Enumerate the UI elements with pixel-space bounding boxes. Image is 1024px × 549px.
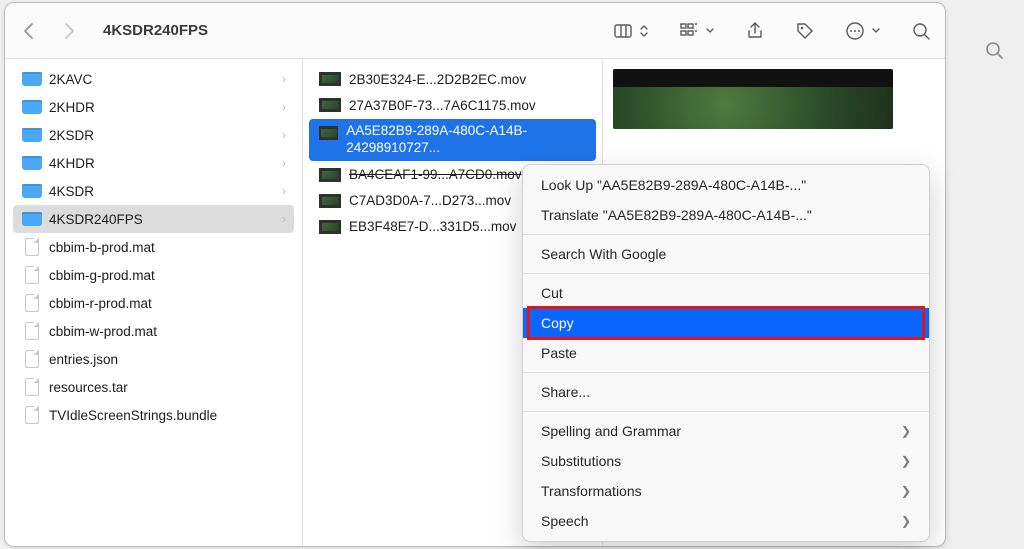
sidebar-item[interactable]: 2KAVC› xyxy=(13,65,294,93)
menu-cut[interactable]: Cut xyxy=(523,278,929,308)
video-thumbnail-icon xyxy=(319,194,341,208)
menu-substitutions[interactable]: Substitutions❯ xyxy=(523,446,929,476)
more-actions-button[interactable] xyxy=(845,21,881,41)
view-columns-button[interactable] xyxy=(613,21,649,41)
chevron-right-icon: › xyxy=(282,212,286,226)
forward-button[interactable] xyxy=(59,21,79,41)
folder-icon xyxy=(21,126,43,144)
sidebar-item[interactable]: resources.tar xyxy=(13,373,294,401)
folder-icon xyxy=(21,98,43,116)
chevron-right-icon: ❯ xyxy=(901,424,911,438)
folder-icon xyxy=(21,154,43,172)
sidebar-item-label: cbbim-b-prod.mat xyxy=(49,240,286,255)
chevron-right-icon: ❯ xyxy=(901,454,911,468)
sidebar-column[interactable]: 2KAVC›2KHDR›2KSDR›4KHDR›4KSDR›4KSDR240FP… xyxy=(5,59,303,546)
menu-separator xyxy=(523,234,929,235)
menu-translate[interactable]: Translate "AA5E82B9-289A-480C-A14B-..." xyxy=(523,200,929,230)
file-icon xyxy=(21,238,43,256)
menu-spelling-grammar[interactable]: Spelling and Grammar❯ xyxy=(523,416,929,446)
sidebar-item-label: entries.json xyxy=(49,352,286,367)
chevron-right-icon: › xyxy=(282,184,286,198)
sidebar-item-label: 4KSDR240FPS xyxy=(49,212,282,227)
group-by-button[interactable] xyxy=(679,21,715,41)
sidebar-item-label: 2KHDR xyxy=(49,100,282,115)
menu-separator xyxy=(523,273,929,274)
menu-transformations[interactable]: Transformations❯ xyxy=(523,476,929,506)
chevron-right-icon: ❯ xyxy=(901,514,911,528)
file-icon xyxy=(21,350,43,368)
file-row[interactable]: 2B30E324-E...2D2B2EC.mov xyxy=(309,67,596,91)
video-thumbnail-icon xyxy=(319,72,341,86)
sidebar-item[interactable]: entries.json xyxy=(13,345,294,373)
sidebar-item-label: 4KSDR xyxy=(49,184,282,199)
file-name-label: AA5E82B9-289A-480C-A14B-24298910727... xyxy=(346,123,586,157)
chevron-right-icon: › xyxy=(282,100,286,114)
chevron-right-icon: › xyxy=(282,128,286,142)
menu-copy[interactable]: Copy xyxy=(523,308,929,338)
video-thumbnail-icon xyxy=(319,126,338,140)
sidebar-item-label: 4KHDR xyxy=(49,156,282,171)
chevron-right-icon: › xyxy=(282,156,286,170)
video-thumbnail-icon xyxy=(319,220,341,234)
file-name-label: EB3F48E7-D...331D5...mov xyxy=(349,219,516,234)
sidebar-item[interactable]: cbbim-w-prod.mat xyxy=(13,317,294,345)
preview-thumbnail[interactable] xyxy=(613,69,893,129)
menu-paste[interactable]: Paste xyxy=(523,338,929,368)
sidebar-item-label: TVIdleScreenStrings.bundle xyxy=(49,408,286,423)
file-name-label: C7AD3D0A-7...D273...mov xyxy=(349,193,511,208)
sidebar-item[interactable]: 4KSDR240FPS› xyxy=(13,205,294,233)
file-icon xyxy=(21,378,43,396)
sidebar-item[interactable]: 2KSDR› xyxy=(13,121,294,149)
sidebar-item-label: 2KAVC xyxy=(49,72,282,87)
menu-search-google[interactable]: Search With Google xyxy=(523,239,929,269)
updown-icon xyxy=(639,21,649,41)
sidebar-item[interactable]: TVIdleScreenStrings.bundle xyxy=(13,401,294,429)
context-menu: Look Up "AA5E82B9-289A-480C-A14B-..." Tr… xyxy=(522,164,930,542)
sidebar-item-label: 2KSDR xyxy=(49,128,282,143)
sidebar-item-label: cbbim-w-prod.mat xyxy=(49,324,286,339)
back-button[interactable] xyxy=(19,21,39,41)
folder-icon xyxy=(21,182,43,200)
menu-look-up[interactable]: Look Up "AA5E82B9-289A-480C-A14B-..." xyxy=(523,170,929,200)
outer-search-button[interactable] xyxy=(974,30,1014,70)
share-button[interactable] xyxy=(745,21,765,41)
window-title: 4KSDR240FPS xyxy=(103,22,208,39)
chevron-right-icon: ❯ xyxy=(901,484,911,498)
file-icon xyxy=(21,322,43,340)
file-name-label: 2B30E324-E...2D2B2EC.mov xyxy=(349,72,526,87)
chevron-right-icon: › xyxy=(282,72,286,86)
menu-separator xyxy=(523,372,929,373)
file-name-label: BA4CEAF1-99...A7CD0.mov xyxy=(349,167,522,182)
video-thumbnail-icon xyxy=(319,98,341,112)
folder-icon xyxy=(21,210,43,228)
file-row[interactable]: 27A37B0F-73...7A6C1175.mov xyxy=(309,93,596,117)
folder-icon xyxy=(21,70,43,88)
chevron-down-icon xyxy=(705,21,715,41)
file-icon xyxy=(21,266,43,284)
sidebar-item[interactable]: cbbim-g-prod.mat xyxy=(13,261,294,289)
sidebar-item[interactable]: 4KHDR› xyxy=(13,149,294,177)
file-name-label: 27A37B0F-73...7A6C1175.mov xyxy=(349,98,536,113)
menu-share[interactable]: Share... xyxy=(523,377,929,407)
sidebar-item[interactable]: 4KSDR› xyxy=(13,177,294,205)
file-icon xyxy=(21,294,43,312)
menu-speech[interactable]: Speech❯ xyxy=(523,506,929,536)
tags-button[interactable] xyxy=(795,21,815,41)
toolbar: 4KSDR240FPS xyxy=(5,3,945,59)
menu-separator xyxy=(523,411,929,412)
sidebar-item[interactable]: 2KHDR› xyxy=(13,93,294,121)
sidebar-item-label: cbbim-r-prod.mat xyxy=(49,296,286,311)
chevron-down-icon xyxy=(871,21,881,41)
sidebar-item-label: cbbim-g-prod.mat xyxy=(49,268,286,283)
file-row[interactable]: AA5E82B9-289A-480C-A14B-24298910727... xyxy=(309,119,596,161)
sidebar-item-label: resources.tar xyxy=(49,380,286,395)
search-button[interactable] xyxy=(911,21,931,41)
sidebar-item[interactable]: cbbim-r-prod.mat xyxy=(13,289,294,317)
file-icon xyxy=(21,406,43,424)
video-thumbnail-icon xyxy=(319,168,341,182)
sidebar-item[interactable]: cbbim-b-prod.mat xyxy=(13,233,294,261)
